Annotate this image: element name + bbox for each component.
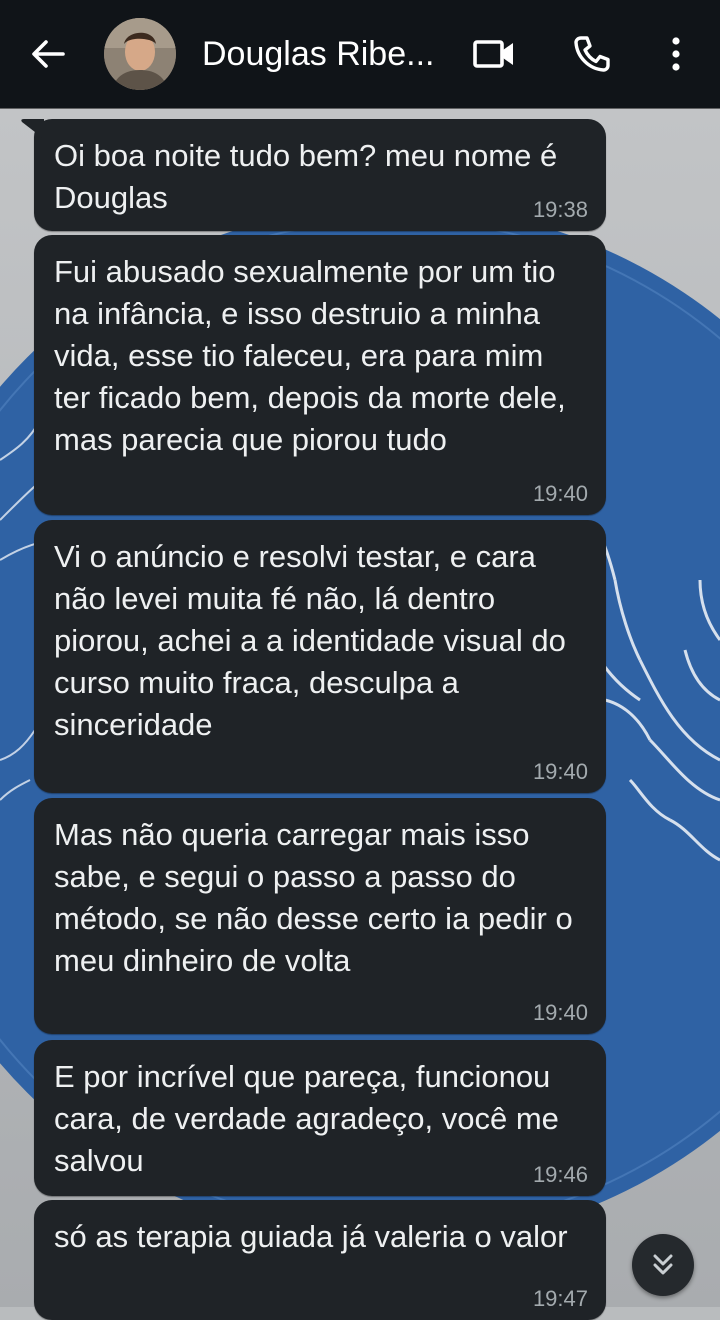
message-text: E por incrível que pareça, funcionou car… (54, 1059, 559, 1178)
phone-icon (574, 36, 610, 72)
message-text: Fui abusado sexualmente por um tio na in… (54, 254, 566, 457)
message-bubble[interactable]: Mas não queria carregar mais isso sabe, … (34, 798, 606, 1034)
message-bubble[interactable]: Vi o anúncio e resolvi testar, e cara nã… (34, 520, 606, 793)
message-text: Mas não queria carregar mais isso sabe, … (54, 817, 573, 978)
contact-name[interactable]: Douglas Ribe... (202, 33, 454, 75)
avatar-photo (104, 18, 176, 90)
message-bubble[interactable]: Oi boa noite tudo bem? meu nome é Dougla… (21, 119, 606, 231)
message-timestamp: 19:46 (532, 1162, 588, 1187)
arrow-left-icon (32, 40, 65, 68)
video-camera-icon (473, 40, 513, 68)
message-text: Vi o anúncio e resolvi testar, e cara nã… (54, 539, 566, 742)
scroll-to-bottom-button[interactable] (632, 1234, 694, 1296)
message-list[interactable]: Oi boa noite tudo bem? meu nome é Dougla… (0, 108, 720, 1320)
bubble-tail (21, 119, 44, 139)
more-options-button[interactable] (650, 28, 702, 80)
message-bubble[interactable]: só as terapia guiada já valeria o valor … (34, 1200, 606, 1320)
chat-header: Douglas Ribe... (0, 0, 720, 108)
message-timestamp: 19:47 (532, 1286, 588, 1311)
video-call-button[interactable] (468, 28, 520, 80)
message-timestamp: 19:40 (532, 1000, 588, 1025)
double-chevron-down-icon (653, 1254, 673, 1275)
contact-avatar[interactable] (104, 18, 176, 90)
back-button[interactable] (24, 30, 72, 78)
message-timestamp: 19:40 (532, 759, 588, 784)
message-text: só as terapia guiada já valeria o valor (54, 1219, 568, 1254)
message-bubble[interactable]: E por incrível que pareça, funcionou car… (34, 1040, 606, 1196)
message-text: Oi boa noite tudo bem? meu nome é Dougla… (54, 138, 558, 215)
voice-call-button[interactable] (566, 28, 618, 80)
more-vertical-icon (672, 37, 680, 71)
message-timestamp: 19:38 (532, 197, 588, 222)
message-timestamp: 19:40 (532, 481, 588, 506)
message-bubble[interactable]: Fui abusado sexualmente por um tio na in… (34, 235, 606, 515)
